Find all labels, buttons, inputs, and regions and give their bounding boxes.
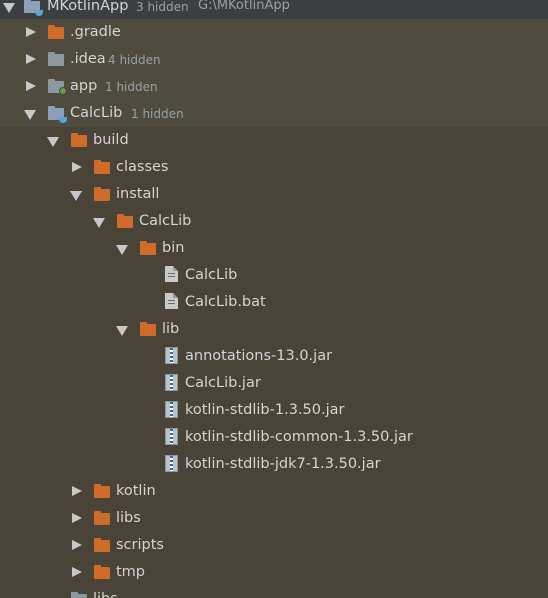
item-label: build [93, 132, 129, 148]
collapse-arrow-icon[interactable] [26, 27, 36, 37]
collapse-arrow-icon[interactable] [72, 162, 82, 172]
folder-icon [94, 538, 110, 552]
item-label: bin [162, 240, 185, 256]
tree-row-build[interactable]: build [0, 127, 548, 154]
item-label: libs [116, 510, 141, 526]
file-icon [165, 266, 178, 282]
collapse-arrow-icon[interactable] [26, 54, 36, 64]
project-tree: MKotlinApp 3 hidden G:\MKotlinApp .gradl… [0, 0, 548, 598]
item-label: CalcLib [70, 105, 123, 121]
item-label: kotlin [116, 483, 156, 499]
tree-row-kotlin[interactable]: kotlin [0, 478, 548, 505]
tree-row-scripts[interactable]: scripts [0, 532, 548, 559]
jar-icon [165, 455, 178, 472]
tree-row-app[interactable]: app 1 hidden [0, 73, 548, 100]
tree-row-lib[interactable]: lib [0, 316, 548, 343]
item-label: classes [116, 159, 169, 175]
folder-icon [48, 52, 64, 66]
module-folder-icon [48, 106, 67, 123]
item-label: kotlin-stdlib-jdk7-1.3.50.jar [185, 456, 381, 472]
tree-row-idea[interactable]: .idea 4 hidden [0, 46, 548, 73]
folder-icon [71, 133, 87, 147]
folder-icon [140, 241, 156, 255]
folder-icon [94, 187, 110, 201]
item-label: CalcLib.bat [185, 294, 266, 310]
tree-row-jar[interactable]: kotlin-stdlib-jdk7-1.3.50.jar [0, 451, 548, 478]
item-label: .gradle [70, 24, 121, 40]
tree-row-bin[interactable]: bin [0, 235, 548, 262]
jar-icon [165, 374, 178, 391]
item-label: annotations-13.0.jar [185, 348, 333, 364]
hidden-count: 1 hidden [105, 80, 158, 94]
collapse-arrow-icon[interactable] [72, 540, 82, 550]
jar-icon [165, 347, 178, 364]
tree-row-bin-calclib[interactable]: CalcLib [0, 262, 548, 289]
collapse-arrow-icon[interactable] [72, 486, 82, 496]
collapse-arrow-icon[interactable] [72, 513, 82, 523]
tree-row-gradle[interactable]: .gradle [0, 19, 548, 46]
tree-row-jar[interactable]: kotlin-stdlib-1.3.50.jar [0, 397, 548, 424]
expand-arrow-icon[interactable] [3, 3, 15, 13]
tree-row-bin-calclib-bat[interactable]: CalcLib.bat [0, 289, 548, 316]
module-folder-icon [48, 79, 67, 95]
tree-row-tmp[interactable]: tmp [0, 559, 548, 586]
jar-icon [165, 401, 178, 418]
item-label: app [70, 78, 98, 94]
tree-row-classes[interactable]: classes [0, 154, 548, 181]
item-label: kotlin-stdlib-1.3.50.jar [185, 402, 345, 418]
file-icon [165, 293, 178, 309]
folder-icon [117, 214, 133, 228]
expand-arrow-icon[interactable] [70, 191, 82, 201]
hidden-count: 3 hidden [136, 0, 189, 14]
tree-row-calclib-module[interactable]: CalcLib 1 hidden [0, 100, 548, 127]
expand-arrow-icon[interactable] [93, 218, 105, 228]
folder-icon [140, 322, 156, 336]
expand-arrow-icon[interactable] [116, 326, 128, 336]
tree-row-libs-bottom[interactable]: libs [0, 586, 548, 598]
hidden-count: 4 hidden [108, 53, 161, 67]
tree-row-install-calclib[interactable]: CalcLib [0, 208, 548, 235]
item-label: scripts [116, 537, 164, 553]
jar-icon [165, 428, 178, 445]
tree-row-libs[interactable]: libs [0, 505, 548, 532]
item-label: lib [162, 321, 180, 337]
collapse-arrow-icon[interactable] [72, 567, 82, 577]
folder-icon [94, 511, 110, 525]
hidden-count: 1 hidden [131, 107, 184, 121]
expand-arrow-icon[interactable] [24, 110, 36, 120]
module-folder-icon [24, 0, 43, 16]
tree-row-install[interactable]: install [0, 181, 548, 208]
project-name: MKotlinApp [47, 0, 129, 14]
item-label: tmp [116, 564, 146, 580]
item-label: CalcLib [185, 267, 238, 283]
project-path: G:\MKotlinApp [198, 0, 290, 13]
item-label: CalcLib [139, 213, 192, 229]
item-label: install [116, 186, 160, 202]
folder-icon [71, 592, 87, 598]
folder-icon [94, 160, 110, 174]
item-label: .idea [70, 51, 106, 67]
collapse-arrow-icon[interactable] [26, 81, 36, 91]
item-label: kotlin-stdlib-common-1.3.50.jar [185, 429, 413, 445]
expand-arrow-icon[interactable] [116, 245, 128, 255]
tree-row-jar[interactable]: kotlin-stdlib-common-1.3.50.jar [0, 424, 548, 451]
folder-icon [48, 25, 64, 39]
item-label: CalcLib.jar [185, 375, 261, 391]
folder-icon [94, 565, 110, 579]
tree-row-mkotlinapp[interactable]: MKotlinApp 3 hidden G:\MKotlinApp [0, 0, 548, 20]
tree-row-jar[interactable]: annotations-13.0.jar [0, 343, 548, 370]
tree-row-jar[interactable]: CalcLib.jar [0, 370, 548, 397]
folder-icon [94, 484, 110, 498]
expand-arrow-icon[interactable] [47, 137, 59, 147]
item-label: libs [93, 589, 118, 598]
